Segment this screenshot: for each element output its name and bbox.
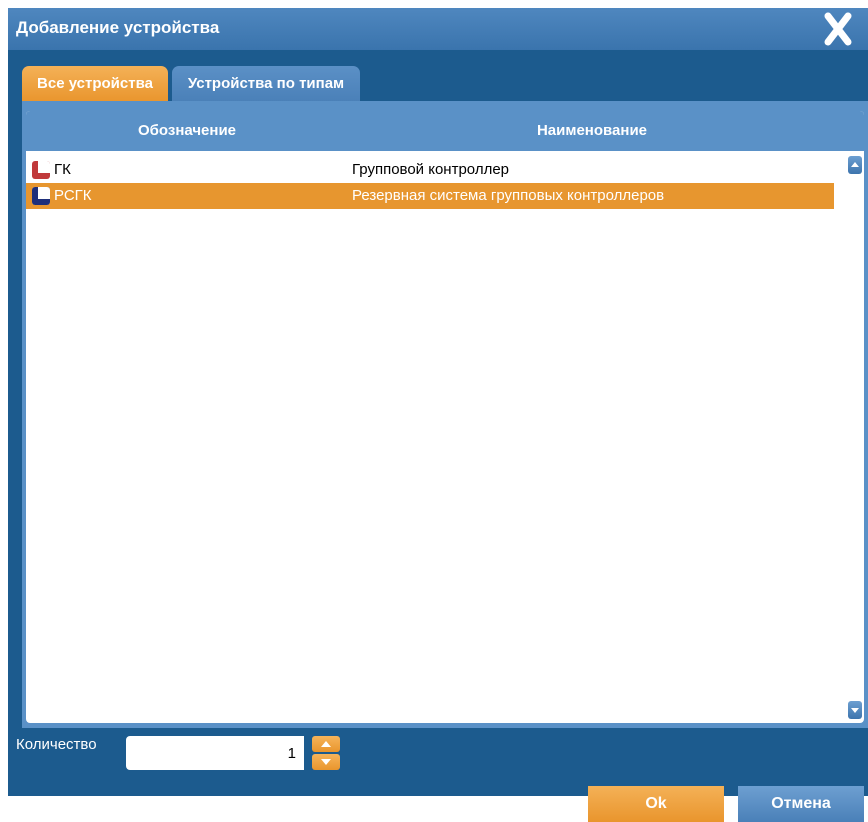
quantity-input[interactable] — [126, 736, 304, 770]
rsgk-device-icon — [32, 187, 50, 205]
devices-table: Обозначение Наименование ГК Групповой ко… — [26, 111, 864, 723]
table-row[interactable]: РСГК Резервная система групповых контрол… — [26, 183, 834, 209]
dialog-titlebar: Добавление устройства — [8, 8, 868, 50]
table-row[interactable]: ГК Групповой контроллер — [26, 157, 834, 183]
increment-icon[interactable] — [312, 736, 340, 752]
quantity-stepper — [312, 736, 340, 770]
column-header-designation[interactable]: Обозначение — [26, 122, 348, 139]
decrement-icon[interactable] — [312, 754, 340, 770]
close-icon[interactable] — [816, 10, 860, 48]
cancel-button[interactable]: Отмена — [738, 786, 864, 822]
device-name: Резервная система групповых контроллеров — [352, 187, 665, 204]
tab-devices-by-type[interactable]: Устройства по типам — [172, 66, 360, 102]
scroll-up-icon[interactable] — [848, 156, 862, 174]
table-header: Обозначение Наименование — [26, 111, 864, 151]
device-code: ГК — [54, 161, 71, 178]
scroll-down-icon[interactable] — [848, 701, 862, 719]
quantity-label: Количество — [16, 736, 97, 753]
device-code: РСГК — [54, 187, 92, 204]
devices-panel: Обозначение Наименование ГК Групповой ко… — [22, 101, 868, 728]
tab-all-devices[interactable]: Все устройства — [22, 66, 168, 102]
ok-button[interactable]: Ok — [588, 786, 724, 822]
dialog-title: Добавление устройства — [16, 18, 220, 37]
device-name: Групповой контроллер — [352, 161, 510, 178]
add-device-dialog: Добавление устройства Все устройства Уст… — [8, 8, 868, 796]
gk-device-icon — [32, 161, 50, 179]
column-header-name[interactable]: Наименование — [348, 122, 836, 139]
